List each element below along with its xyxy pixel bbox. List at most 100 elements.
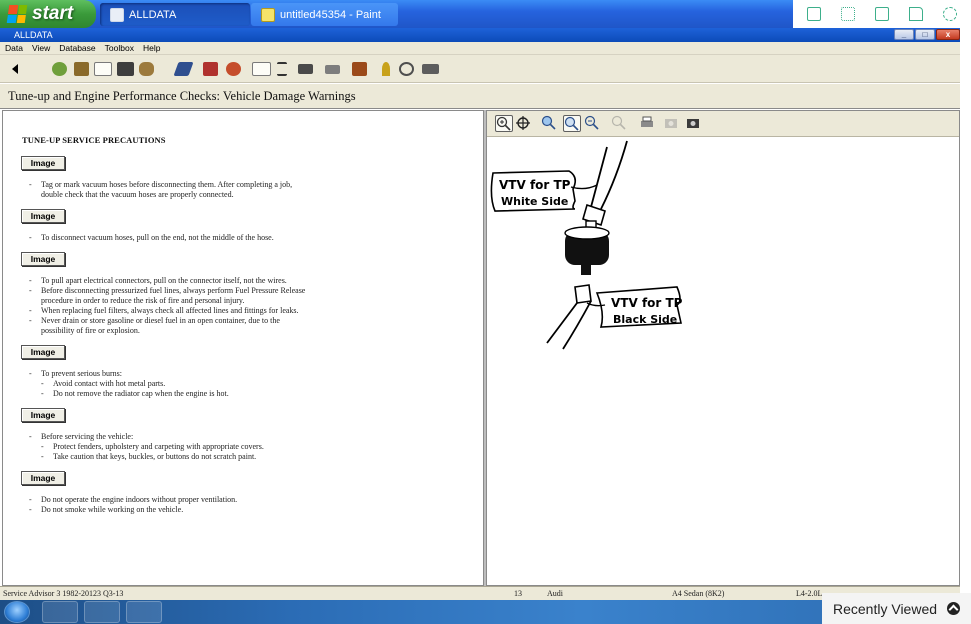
- recently-viewed-panel[interactable]: Recently Viewed: [822, 593, 971, 624]
- status-model: A4 Sedan (8K2): [672, 589, 725, 598]
- image-button[interactable]: Image: [21, 252, 65, 266]
- vtv-diagram: VTV for TP White Side VTV for TP Black S…: [490, 140, 683, 350]
- list-item: - To prevent serious burns:: [29, 369, 122, 378]
- menu-toolbox[interactable]: Toolbox: [105, 43, 134, 53]
- tag-bottom-line1: VTV for TP: [611, 296, 683, 310]
- tag-top-line1: VTV for TP: [499, 178, 571, 192]
- list-item: - Tag or mark vacuum hoses before disconn…: [29, 180, 293, 189]
- valve-cap: [564, 226, 610, 240]
- windows-orb-icon[interactable]: [4, 601, 30, 623]
- help-icon[interactable]: [382, 62, 390, 76]
- window-controls: _ □ x: [894, 29, 960, 40]
- tsb-icon[interactable]: [203, 62, 218, 76]
- recently-viewed-label: Recently Viewed: [833, 600, 938, 617]
- window-titlebar: ALLDATA: [0, 28, 960, 42]
- image-button[interactable]: Image: [21, 408, 65, 422]
- list-item: - To pull apart electrical connectors, pu…: [29, 276, 287, 285]
- lower-hose-end: [574, 284, 592, 304]
- sub-list-item: - Do not remove the radiator cap when the…: [41, 389, 229, 398]
- status-field: 13: [514, 589, 522, 598]
- close-button[interactable]: x: [936, 29, 960, 40]
- windows-flag-icon: [6, 5, 28, 23]
- status-make: Audi: [547, 589, 563, 598]
- chevron-up-icon[interactable]: [947, 602, 961, 615]
- start-button[interactable]: start: [0, 0, 96, 28]
- list-item-continuation: possibility of fire or explosion.: [41, 326, 140, 335]
- zoom-out-icon[interactable]: [584, 115, 602, 132]
- paint-app-icon: [261, 7, 275, 22]
- gear-icon[interactable]: [943, 7, 957, 21]
- menu-view[interactable]: View: [32, 43, 50, 53]
- upper-hose: [590, 140, 628, 210]
- task-paint[interactable]: untitled45354 - Paint: [251, 3, 398, 26]
- image-button[interactable]: Image: [21, 345, 65, 359]
- list-icon[interactable]: [277, 62, 287, 76]
- paint-taskbar-icon[interactable]: [126, 601, 162, 623]
- sub-list-item: - Take caution that keys, buckles, or but…: [41, 452, 257, 461]
- list-item: - When replacing fuel filters, always che…: [29, 306, 299, 315]
- pan-icon[interactable]: [515, 115, 533, 132]
- print-icon[interactable]: [325, 65, 340, 74]
- vehicle-select-icon[interactable]: [52, 62, 67, 76]
- status-engine: L4-2.0L: [796, 589, 823, 598]
- statusbar: Service Advisor 3 1982-20123 Q3-13 13 Au…: [0, 586, 960, 600]
- image-button[interactable]: Image: [21, 156, 65, 170]
- zoom-region-icon[interactable]: [541, 115, 559, 132]
- print-image-icon[interactable]: [639, 115, 657, 132]
- camera-icon[interactable]: [298, 64, 313, 74]
- maximize-button[interactable]: □: [915, 29, 935, 40]
- book-icon[interactable]: [94, 62, 112, 76]
- parts-icon[interactable]: [226, 62, 241, 76]
- back-arrow-icon[interactable]: [12, 64, 18, 74]
- tag-top-line2: White Side: [501, 195, 568, 208]
- share-icon[interactable]: [909, 7, 923, 21]
- explorer-taskbar-icon[interactable]: [42, 601, 78, 623]
- printer-icon[interactable]: [422, 64, 439, 74]
- menu-help[interactable]: Help: [143, 43, 160, 53]
- expand-icon[interactable]: [841, 7, 855, 21]
- fit-page-icon[interactable]: [807, 7, 821, 21]
- document-title: Tune-up and Engine Performance Checks: V…: [0, 84, 960, 109]
- zoom-in-icon[interactable]: [495, 115, 513, 132]
- alldata-taskbar-icon[interactable]: [84, 601, 120, 623]
- sub-list-item: - Avoid contact with hot metal parts.: [41, 379, 166, 388]
- zoom-disabled-icon: [611, 115, 629, 132]
- screen: { "taskbar": { "start_label": "start", "…: [0, 0, 971, 624]
- image-toolbar: [487, 111, 959, 137]
- image-pane: VTV for TP White Side VTV for TP Black S…: [486, 110, 960, 586]
- menubar: Data View Database Toolbox Help: [0, 42, 960, 55]
- list-item: - Before servicing the vehicle:: [29, 432, 134, 441]
- wrench-icon[interactable]: [173, 62, 194, 76]
- menu-data[interactable]: Data: [5, 43, 23, 53]
- zoom-fit-icon[interactable]: [563, 115, 581, 132]
- home-icon[interactable]: [74, 62, 89, 76]
- save-image-icon[interactable]: [685, 115, 703, 132]
- start-label: start: [32, 3, 74, 24]
- xp-taskbar: start ALLDATA untitled45354 - Paint: [0, 0, 971, 28]
- tag-bottom-line2: Black Side: [613, 313, 677, 326]
- text-pane: TUNE-UP SERVICE PRECAUTIONS Image - Tag o…: [2, 110, 484, 586]
- refresh-icon[interactable]: [399, 62, 414, 76]
- image-button[interactable]: Image: [21, 209, 65, 223]
- minimize-button[interactable]: _: [894, 29, 914, 40]
- notes-icon[interactable]: [352, 62, 367, 76]
- task-alldata[interactable]: ALLDATA: [100, 3, 250, 26]
- toc-icon[interactable]: [252, 62, 271, 76]
- film-icon[interactable]: [117, 62, 134, 76]
- task-alldata-label: ALLDATA: [129, 8, 177, 21]
- lower-hose: [546, 300, 592, 350]
- right-margin: [960, 28, 971, 594]
- image-button[interactable]: Image: [21, 471, 65, 485]
- menu-database[interactable]: Database: [59, 43, 95, 53]
- list-item: - Never drain or store gasoline or diesel…: [29, 316, 280, 325]
- task-paint-label: untitled45354 - Paint: [280, 8, 381, 21]
- save-icon[interactable]: [875, 7, 889, 21]
- list-item-continuation: procedure in order to reduce the risk of…: [41, 296, 245, 305]
- diagnostic-icon[interactable]: [139, 62, 154, 76]
- window-title: ALLDATA: [14, 30, 53, 40]
- section-heading: TUNE-UP SERVICE PRECAUTIONS: [22, 135, 166, 145]
- viewer-toolbar: [793, 0, 971, 28]
- alldata-app-icon: [110, 7, 124, 22]
- status-product: Service Advisor 3 1982-20123 Q3-13: [3, 589, 124, 598]
- copy-image-icon: [663, 115, 681, 132]
